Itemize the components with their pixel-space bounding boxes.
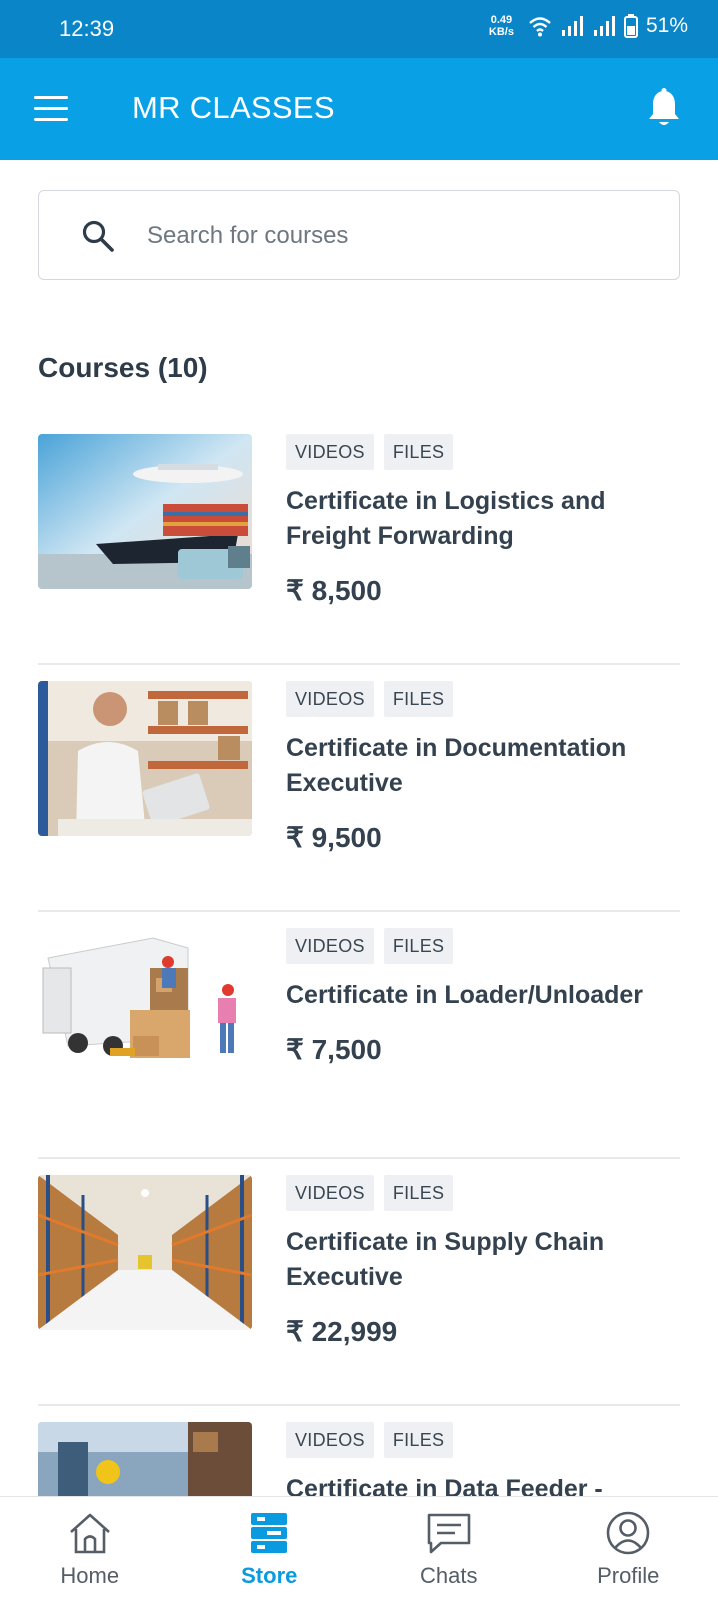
battery-icon xyxy=(623,14,638,38)
chat-icon xyxy=(427,1513,471,1554)
tag-files: FILES xyxy=(383,928,454,964)
course-info: VIDEOS FILES Certificate in Data Feeder … xyxy=(286,1422,680,1496)
warehouse-aisle-image xyxy=(38,1175,252,1330)
battery-level: 51% xyxy=(645,14,688,37)
app-title: MR CLASSES xyxy=(132,90,335,125)
truck-loading-image xyxy=(38,928,252,1083)
tag-videos: VIDEOS xyxy=(286,928,374,964)
network-speed: 0.49 KB/s xyxy=(488,14,514,38)
course-item[interactable]: VIDEOS FILES Certificate in Data Feeder … xyxy=(38,1406,680,1496)
search-box[interactable] xyxy=(38,190,680,280)
nav-profile[interactable]: Profile xyxy=(539,1497,718,1600)
signal-icon xyxy=(561,16,583,36)
status-time: 12:39 xyxy=(59,16,115,41)
nav-home[interactable]: Home xyxy=(0,1497,180,1600)
tag-files: FILES xyxy=(383,681,454,717)
course-item[interactable]: VIDEOS FILES Certificate in Loader/Unloa… xyxy=(38,912,680,1159)
nav-label: Chats xyxy=(420,1563,478,1588)
course-title: Certificate in Loader/Unloader xyxy=(286,981,644,1009)
course-tags: VIDEOS FILES xyxy=(286,928,680,964)
course-item[interactable]: VIDEOS FILES Certificate in Logistics an… xyxy=(38,418,680,665)
course-list: VIDEOS FILES Certificate in Logistics an… xyxy=(0,418,718,1496)
course-tags: VIDEOS FILES xyxy=(286,434,680,470)
tag-files: FILES xyxy=(383,1175,454,1211)
course-tags: VIDEOS FILES xyxy=(286,1422,680,1458)
tag-files: FILES xyxy=(383,434,454,470)
nav-chats[interactable]: Chats xyxy=(359,1497,539,1600)
warehouse-documentation-image xyxy=(38,681,252,836)
signal-icon xyxy=(593,16,615,36)
course-info: VIDEOS FILES Certificate in Supply Chain… xyxy=(286,1175,680,1348)
hamburger-menu-icon[interactable] xyxy=(34,96,68,122)
tag-videos: VIDEOS xyxy=(286,1422,374,1458)
course-price: ₹ 22,999 xyxy=(286,1316,398,1347)
course-item[interactable]: VIDEOS FILES Certificate in Supply Chain… xyxy=(38,1159,680,1406)
search-icon xyxy=(82,220,114,252)
course-info: VIDEOS FILES Certificate in Documentatio… xyxy=(286,681,680,854)
profile-icon xyxy=(606,1511,650,1555)
status-bar: 12:39 0.49 KB/s 51% xyxy=(0,0,718,58)
nav-label: Home xyxy=(60,1563,120,1588)
nav-store[interactable]: Store xyxy=(180,1497,360,1600)
course-info: VIDEOS FILES Certificate in Logistics an… xyxy=(286,434,680,607)
course-price: ₹ 7,500 xyxy=(286,1034,382,1065)
bell-icon[interactable] xyxy=(646,88,682,128)
search-input[interactable] xyxy=(147,211,647,261)
status-icons: 0.49 KB/s 51% xyxy=(489,14,688,38)
course-tags: VIDEOS FILES xyxy=(286,681,680,717)
course-price: ₹ 9,500 xyxy=(286,822,382,853)
course-title: Certificate in Data Feeder - xyxy=(286,1475,603,1496)
nav-label: Store xyxy=(241,1563,298,1588)
course-info: VIDEOS FILES Certificate in Loader/Unloa… xyxy=(286,928,680,1066)
warehouse-worker-image xyxy=(38,1422,252,1496)
course-title: Certificate in Logistics and Freight For… xyxy=(286,487,606,550)
tag-videos: VIDEOS xyxy=(286,1175,374,1211)
bottom-nav: Home Store Chats Profile xyxy=(0,1496,718,1600)
course-price: ₹ 8,500 xyxy=(286,575,382,606)
tag-files: FILES xyxy=(383,1422,454,1458)
logistics-transport-image xyxy=(38,434,252,589)
home-icon xyxy=(69,1513,110,1554)
courses-heading: Courses (10) xyxy=(38,352,208,383)
nav-label: Profile xyxy=(597,1563,660,1588)
wifi-icon xyxy=(529,17,551,37)
course-title: Certificate in Documentation Executive xyxy=(286,734,627,797)
store-icon xyxy=(251,1513,288,1553)
tag-videos: VIDEOS xyxy=(286,681,374,717)
course-title: Certificate in Supply Chain Executive xyxy=(286,1228,605,1291)
app-bar: MR CLASSES xyxy=(0,58,718,160)
course-tags: VIDEOS FILES xyxy=(286,1175,680,1211)
tag-videos: VIDEOS xyxy=(286,434,374,470)
course-item[interactable]: VIDEOS FILES Certificate in Documentatio… xyxy=(38,665,680,912)
